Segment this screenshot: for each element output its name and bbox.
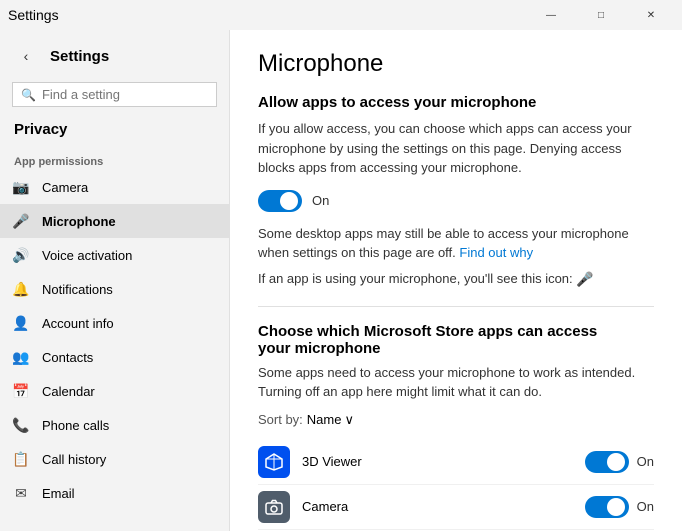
title-bar: Settings — □ ✕ [0, 0, 682, 30]
sidebar-item-account-info-label: Account info [42, 316, 114, 331]
sidebar-item-camera-label: Camera [42, 180, 88, 195]
contacts-icon: 👥 [12, 348, 30, 366]
sidebar-item-account-info[interactable]: 👤 Account info [0, 306, 229, 340]
toggle-thumb [280, 192, 298, 210]
sort-chevron-icon: ∨ [344, 412, 354, 428]
call-history-icon: 📋 [12, 450, 30, 468]
main-content: Microphone Allow apps to access your mic… [230, 30, 682, 531]
voice-activation-icon: 🔊 [12, 246, 30, 264]
maximize-button[interactable]: □ [578, 0, 624, 30]
sidebar-item-email[interactable]: ✉ Email [0, 476, 229, 510]
sidebar-item-calendar-label: Calendar [42, 384, 95, 399]
sidebar-item-call-history[interactable]: 📋 Call history [0, 442, 229, 476]
sidebar-item-phone-calls-label: Phone calls [42, 418, 109, 433]
sidebar-item-voice-activation[interactable]: 🔊 Voice activation [0, 238, 229, 272]
notifications-icon: 🔔 [12, 280, 30, 298]
sidebar-item-phone-calls[interactable]: 📞 Phone calls [0, 408, 229, 442]
sidebar-item-contacts[interactable]: 👥 Contacts [0, 340, 229, 374]
camera-app-icon [258, 491, 290, 523]
microphone-status-icon: 🎤 [576, 271, 593, 287]
camera-toggle-label: On [637, 499, 654, 514]
sidebar-item-microphone-label: Microphone [42, 214, 116, 229]
sort-dropdown[interactable]: Name ∨ [307, 412, 354, 428]
close-button[interactable]: ✕ [628, 0, 674, 30]
title-bar-left: Settings [8, 7, 59, 23]
sort-by-label: Sort by: [258, 412, 303, 427]
info-text-icon: If an app is using your microphone, you'… [258, 269, 654, 290]
3dviewer-app-name: 3D Viewer [302, 454, 585, 469]
back-button[interactable]: ‹ [12, 42, 40, 70]
title-bar-controls: — □ ✕ [528, 0, 674, 30]
toggle-track [258, 190, 302, 212]
microphone-icon: 🎤 [12, 212, 30, 230]
3dviewer-toggle-thumb [607, 453, 625, 471]
allow-section-heading: Allow apps to access your microphone [258, 94, 654, 111]
camera-toggle-track [585, 496, 629, 518]
sort-row: Sort by: Name ∨ [258, 412, 654, 428]
minimize-button[interactable]: — [528, 0, 574, 30]
page-title: Microphone [258, 50, 654, 78]
sidebar-item-email-label: Email [42, 486, 75, 501]
find-out-why-link[interactable]: Find out why [459, 245, 533, 260]
search-box[interactable]: 🔍 [12, 82, 217, 107]
email-icon: ✉ [12, 484, 30, 502]
camera-app-name: Camera [302, 499, 585, 514]
choose-section-description: Some apps need to access your microphone… [258, 363, 654, 402]
sidebar-item-voice-activation-label: Voice activation [42, 248, 132, 263]
camera-toggle[interactable] [585, 496, 629, 518]
3dviewer-app-icon [258, 446, 290, 478]
sidebar-item-notifications[interactable]: 🔔 Notifications [0, 272, 229, 306]
app-row-camera: Camera On [258, 485, 654, 530]
3dviewer-toggle-area: On [585, 451, 654, 473]
sidebar-item-microphone[interactable]: 🎤 Microphone [0, 204, 229, 238]
search-input[interactable] [42, 87, 218, 102]
app-container: ‹ Settings 🔍 Privacy App permissions 📷 C… [0, 30, 682, 531]
calendar-icon: 📅 [12, 382, 30, 400]
choose-section: Choose which Microsoft Store apps can ac… [258, 323, 654, 531]
sidebar-item-notifications-label: Notifications [42, 282, 113, 297]
app-permissions-label: App permissions [0, 148, 229, 170]
sidebar-item-call-history-label: Call history [42, 452, 106, 467]
sidebar-privacy-label: Privacy [0, 115, 229, 148]
camera-toggle-area: On [585, 496, 654, 518]
toggle-label: On [312, 193, 329, 208]
3dviewer-toggle[interactable] [585, 451, 629, 473]
app-row-3dviewer: 3D Viewer On [258, 440, 654, 485]
allow-section-description: If you allow access, you can choose whic… [258, 119, 654, 178]
3dviewer-toggle-track [585, 451, 629, 473]
sidebar-header: ‹ Settings [0, 30, 229, 78]
microphone-toggle[interactable] [258, 190, 302, 212]
phone-calls-icon: 📞 [12, 416, 30, 434]
sidebar-item-contacts-label: Contacts [42, 350, 93, 365]
main-toggle-row: On [258, 190, 654, 212]
sidebar-item-calendar[interactable]: 📅 Calendar [0, 374, 229, 408]
3dviewer-toggle-label: On [637, 454, 654, 469]
choose-section-heading: Choose which Microsoft Store apps can ac… [258, 323, 654, 357]
sidebar-item-camera[interactable]: 📷 Camera [0, 170, 229, 204]
sidebar-app-title: Settings [50, 48, 109, 65]
account-info-icon: 👤 [12, 314, 30, 332]
divider [258, 306, 654, 307]
camera-toggle-thumb [607, 498, 625, 516]
search-icon: 🔍 [21, 88, 36, 102]
sidebar: ‹ Settings 🔍 Privacy App permissions 📷 C… [0, 30, 230, 531]
camera-icon: 📷 [12, 178, 30, 196]
info-text-desktop: Some desktop apps may still be able to a… [258, 224, 654, 263]
title-bar-title: Settings [8, 7, 59, 23]
